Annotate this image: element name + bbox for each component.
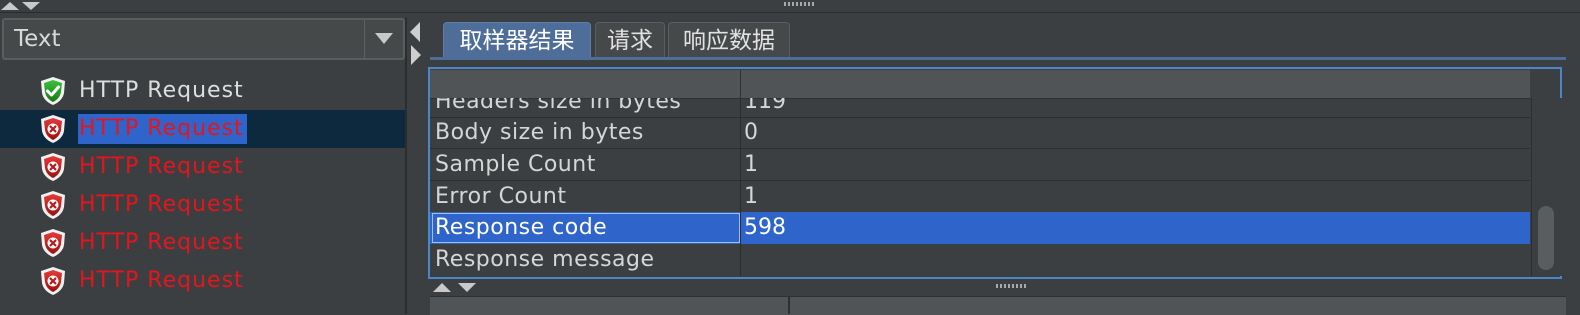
select-divider xyxy=(364,20,365,58)
tab-sampler-result[interactable]: 取样器结果 xyxy=(443,22,591,58)
field-value-cell: 1 xyxy=(744,152,758,177)
tab-label: 取样器结果 xyxy=(459,28,575,54)
split-grip-icon[interactable] xyxy=(784,2,814,6)
split-grip-icon[interactable] xyxy=(996,284,1026,288)
collapse-down-icon[interactable] xyxy=(458,283,476,292)
collapse-up-icon[interactable] xyxy=(433,283,451,292)
table-row[interactable]: Sample Count 1 xyxy=(430,149,1530,181)
table-row[interactable]: Response message xyxy=(430,244,1530,276)
headers-table-header xyxy=(430,296,1566,315)
field-name-cell: Error Count xyxy=(435,184,567,209)
top-split-bar[interactable] xyxy=(0,0,1580,13)
headers-column-divider[interactable] xyxy=(788,296,790,314)
tab-request[interactable]: 请求 xyxy=(595,22,665,58)
collapse-up-icon[interactable] xyxy=(1,2,19,10)
tab-response-data[interactable]: 响应数据 xyxy=(668,22,790,58)
table-row[interactable]: Body size in bytes 0 xyxy=(430,117,1530,149)
vertical-scrollbar[interactable] xyxy=(1531,98,1562,276)
table-row[interactable]: Error Count 1 xyxy=(430,181,1530,213)
field-name-cell: Response code xyxy=(435,215,608,240)
renderer-select[interactable]: Text xyxy=(2,18,405,60)
table-row[interactable]: Response code 598 xyxy=(430,212,1530,244)
renderer-select-value: Text xyxy=(14,26,61,52)
chevron-down-icon[interactable] xyxy=(375,33,393,44)
collapse-down-icon[interactable] xyxy=(22,2,40,10)
tab-underline xyxy=(430,57,1566,60)
field-name-cell: Sample Count xyxy=(435,152,596,177)
column-divider xyxy=(740,98,741,276)
tab-label: 响应数据 xyxy=(683,28,775,54)
collapse-left-icon[interactable] xyxy=(410,22,420,42)
scrollbar-thumb[interactable] xyxy=(1538,206,1554,270)
field-value-cell: 1 xyxy=(744,184,758,209)
field-name-cell: Body size in bytes xyxy=(435,120,644,145)
field-value-cell: 598 xyxy=(744,215,786,240)
tab-label: 请求 xyxy=(607,28,653,54)
field-value-cell: 0 xyxy=(744,120,758,145)
field-name-cell: Response message xyxy=(435,247,655,272)
bottom-split-bar[interactable] xyxy=(430,281,1566,295)
collapse-right-icon[interactable] xyxy=(411,45,421,65)
table-header xyxy=(430,70,1530,99)
header-column-divider[interactable] xyxy=(740,70,741,98)
